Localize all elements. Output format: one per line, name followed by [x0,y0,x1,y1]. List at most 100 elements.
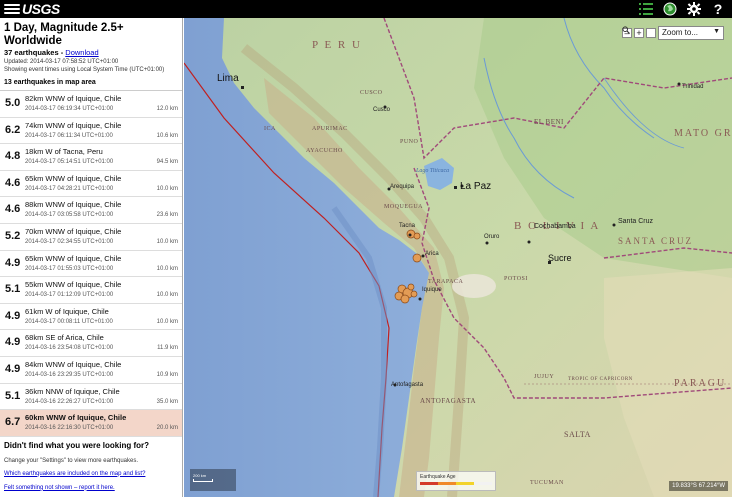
sidebar-footer: Didn't find what you were looking for? C… [0,437,182,491]
magnitude: 5.0 [5,97,21,109]
earthquake-list-item[interactable]: 5.1 36km NNW of Iquique, Chile 2014-03-16 … [0,383,182,411]
in-map-area-count: 13 earthquakes in map area [0,76,182,91]
event-time: 2014-03-17 00:08:11 UTC+01:00 [25,318,113,325]
location: 68km SE of Arica, Chile [25,333,104,343]
map-view[interactable]: P E R U B O L I V I A Lima La Paz Sucre … [184,18,732,497]
location: 36km NNW of Iquique, Chile [25,386,120,396]
earthquake-age-legend[interactable]: Earthquake Age [416,471,496,491]
earthquake-list-item[interactable]: 4.9 61km W of Iquique, Chile 2014-03-17 00… [0,303,182,331]
report-felt-link[interactable]: Felt something not shown – report it her… [4,485,178,491]
earthquake-list-item[interactable]: 6.2 74km WNW of Iquique, Chile 2014-03-17 … [0,117,182,145]
scale-bar: 200 km [190,469,236,491]
magnitude: 4.8 [5,150,21,163]
depth: 10.0 km [156,292,178,299]
top-bar: USGS ? [0,0,732,18]
which-earthquakes-link[interactable]: Which earthquakes are included on the ma… [4,471,178,477]
magnitude: 6.7 [5,416,21,429]
earthquake-list-item[interactable]: 4.9 65km WNW of Iquique, Chile 2014-03-17 … [0,250,182,278]
depth: 10.0 km [156,185,178,192]
depth: 35.0 km [156,398,178,405]
event-time: 2014-03-17 03:05:58 UTC+01:00 [25,212,114,219]
globe-icon[interactable] [662,1,678,17]
count-text: 37 earthquakes - [4,48,66,57]
depth: 10.0 km [156,265,178,272]
chevron-down-icon: ▼ [713,28,720,35]
scale-line [193,479,213,482]
download-link[interactable]: Download [65,48,98,57]
zoom-in-button[interactable]: + [634,28,644,38]
event-time: 2014-03-17 04:28:21 UTC+01:00 [25,185,114,192]
magnitude: 4.9 [5,362,21,375]
cursor-coordinates: 19.833°S 67.214°W [669,481,728,491]
event-time: 2014-03-16 22:16:30 UTC+01:00 [25,425,114,432]
feed-title: 1 Day, Magnitude 2.5+ Worldwide [4,22,124,47]
location: 65km WNW of Iquique, Chile [25,253,122,263]
magnitude: 5.1 [5,283,21,296]
depth: 11.9 km [157,345,178,352]
location: 18km W of Tacna, Peru [25,147,103,157]
depth: 10.9 km [156,371,178,378]
magnitude: 4.9 [5,256,21,269]
depth: 94.5 km [156,159,178,166]
footer-heading: Didn't find what you were looking for? [4,440,150,450]
earthquake-list-item[interactable]: 4.9 84km WNW of Iquique, Chile 2014-03-16 … [0,356,182,384]
depth: 12.0 km [156,106,178,112]
magnitude: 4.6 [5,176,21,189]
legend-label: Earthquake Age [420,474,456,480]
event-time: 2014-03-17 06:19:34 UTC+01:00 [25,106,114,112]
earthquake-list-item[interactable]: 4.6 88km WNW of Iquique, Chile 2014-03-17 … [0,197,182,224]
event-time: 2014-03-17 01:55:03 UTC+01:00 [25,265,114,272]
location: 65km WNW of Iquique, Chile [25,173,122,183]
magnitude: 4.6 [5,203,21,216]
event-time: 2014-03-17 01:12:09 UTC+01:00 [25,292,114,299]
location: 84km WNW of Iquique, Chile [25,359,122,369]
zoom-to-label: Zoom to... [662,28,699,37]
magnitude: 4.9 [5,309,21,322]
location: 55km WNW of Iquique, Chile [25,280,122,290]
magnitude: 4.9 [5,336,21,349]
usgs-logo-mark-icon [4,3,20,15]
earthquake-list-item[interactable]: 4.6 65km WNW of Iquique, Chile 2014-03-17 … [0,170,182,198]
event-time: 2014-03-17 05:14:51 UTC+01:00 [25,159,114,166]
usgs-logo[interactable]: USGS [4,1,60,17]
magnitude: 5.2 [5,229,21,242]
sidebar-header: 1 Day, Magnitude 2.5+ Worldwide 37 earth… [0,18,182,76]
list-icon[interactable] [638,1,654,17]
location: 70km WNW of Iquique, Chile [25,226,122,236]
scale-label: 200 km [193,473,207,478]
magnifier-icon[interactable] [622,26,656,38]
magnitude: 5.1 [5,389,21,402]
earthquake-count: 37 earthquakes - Download [4,48,178,58]
depth: 23.6 km [156,212,178,219]
earthquake-list-item[interactable]: 5.1 55km WNW of Iquique, Chile 2014-03-17 … [0,277,182,304]
earthquake-list-item[interactable]: 5.2 70km WNW of Iquique, Chile 2014-03-17 … [0,223,182,251]
earthquake-list-item[interactable]: 4.9 68km SE of Arica, Chile 2014-03-16 23:… [0,330,182,357]
location: 74km WNW of Iquique, Chile [25,120,122,130]
settings-icon[interactable] [686,1,702,17]
event-time: 2014-03-16 23:29:35 UTC+01:00 [25,371,114,378]
depth: 10.0 km [156,318,178,325]
magnitude: 6.2 [5,123,21,136]
legend-color-bar [420,482,492,485]
event-time: 2014-03-17 06:11:34 UTC+01:00 [25,132,113,139]
earthquake-list-item[interactable]: 6.7 60km WNW of Iquique, Chile 2014-03-16 … [0,410,182,437]
event-time: 2014-03-16 22:26:27 UTC+01:00 [25,398,114,405]
location: 88km WNW of Iquique, Chile [25,200,122,210]
earthquake-list-item[interactable]: 5.0 82km WNW of Iquique, Chile 2014-03-17 … [0,91,182,118]
location: 82km WNW of Iquique, Chile [25,94,122,103]
earthquake-sidebar: 1 Day, Magnitude 2.5+ Worldwide 37 earth… [0,18,183,497]
updated-time: Updated: 2014-03-17 07:58:52 UTC+01:00 [4,59,119,65]
event-time: 2014-03-17 02:34:55 UTC+01:00 [25,238,114,245]
location: 60km WNW of Iquique, Chile [25,413,127,423]
footer-hint: Change your "Settings" to view more eart… [4,457,138,464]
location: 61km W of Iquique, Chile [25,306,109,316]
logo-text: USGS [22,1,60,17]
timezone-note: Showing event times using Local System T… [4,67,165,73]
earthquake-list-item[interactable]: 4.8 18km W of Tacna, Peru 2014-03-17 05:14… [0,144,182,171]
zoom-to-select[interactable]: Zoom to... ▼ [658,26,724,40]
event-time: 2014-03-16 23:54:08 UTC+01:00 [25,345,114,352]
help-icon[interactable]: ? [710,1,726,17]
depth: 10.0 km [156,238,178,245]
toolbar-icons: ? [638,1,726,17]
zoom-controls: – + Zoom to... ▼ [622,26,724,40]
